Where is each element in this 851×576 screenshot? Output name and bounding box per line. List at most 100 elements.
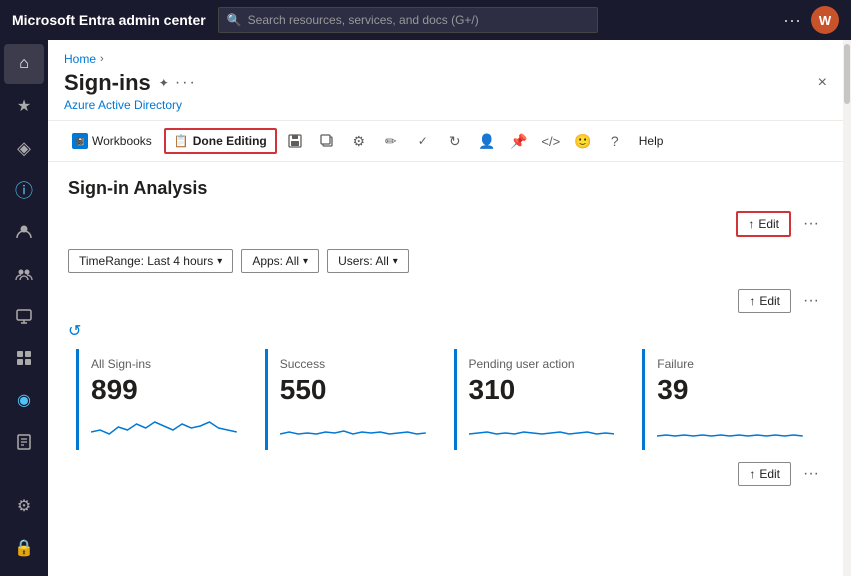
refresh-row: ↺ [68,321,823,341]
section-heading: Sign-in Analysis [68,178,823,199]
sidebar-item-devices[interactable] [4,296,44,336]
second-edit-icon: ↑ [749,294,755,308]
done-editing-icon: 📋 [174,134,189,148]
breadcrumb-home[interactable]: Home [64,52,96,66]
sidebar-item-reports[interactable] [4,422,44,462]
search-input[interactable] [248,13,589,27]
main-layout: ⌂ ★ ◈ ⓘ ◉ ⚙ 🔒 Home › [0,40,851,576]
pin-page-icon[interactable]: ✦ [159,76,169,90]
second-more-options-button[interactable]: ··· [799,290,823,312]
refresh-button[interactable]: ↻ [441,127,469,155]
metric-all-signins-sparkline [91,412,237,442]
link-button[interactable]: </> [537,127,565,155]
question-button[interactable]: ? [601,127,629,155]
third-edit-button[interactable]: ↑ Edit [738,462,791,486]
breadcrumb: Home › [64,52,827,66]
done-editing-button[interactable]: 📋 Done Editing [164,128,277,154]
sidebar-item-favorites[interactable]: ★ [4,86,44,126]
users-filter[interactable]: Users: All ▾ [327,249,409,273]
sidebar-item-apps[interactable] [4,338,44,378]
pin-button[interactable]: 📌 [505,127,533,155]
help-label: Help [639,134,664,148]
first-more-options-button[interactable]: ··· [799,213,823,235]
scrollbar-thumb[interactable] [844,44,850,104]
clone-button[interactable] [313,127,341,155]
third-more-options-button[interactable]: ··· [799,463,823,485]
workbooks-button[interactable]: 📓 Workbooks [64,129,160,153]
sidebar-item-governance[interactable]: ◉ [4,380,44,420]
sidebar: ⌂ ★ ◈ ⓘ ◉ ⚙ 🔒 [0,40,48,576]
page-subtitle: Azure Active Directory [64,98,827,112]
sidebar-item-info[interactable]: ⓘ [4,170,44,210]
metric-all-signins-label: All Sign-ins [91,357,237,371]
sidebar-item-identity[interactable]: ◈ [4,128,44,168]
save-button[interactable] [281,127,309,155]
page-title: Sign-ins [64,70,151,96]
checkmark-button[interactable]: ✓ [409,127,437,155]
apps-chevron-icon: ▾ [303,256,308,267]
avatar[interactable]: W [811,6,839,34]
page-title-actions: ✦ ··· [159,74,197,92]
done-editing-label: Done Editing [193,134,267,148]
page-header: Home › Sign-ins ✦ ··· × Azure Active Dir… [48,40,843,121]
nav-right: ··· W [783,6,839,34]
users-label: Users: All [338,254,389,268]
metric-failure-sparkline [657,412,803,442]
metric-success: Success 550 [265,349,438,450]
metric-failure-label: Failure [657,357,803,371]
metric-pending: Pending user action 310 [454,349,627,450]
metric-success-value: 550 [280,375,426,406]
metric-failure: Failure 39 [642,349,815,450]
edit-pencil-button[interactable]: ✏ [377,127,405,155]
breadcrumb-separator: › [100,53,104,65]
first-edit-arrow-icon: ↑ [748,217,754,231]
metric-failure-value: 39 [657,375,803,406]
search-icon: 🔍 [227,13,242,27]
sidebar-item-settings[interactable]: ⚙ [4,486,44,526]
more-options-icon[interactable]: ··· [783,10,801,31]
help-button[interactable]: Help [633,130,670,152]
metric-pending-sparkline [469,412,615,442]
third-edit-icon: ↑ [749,467,755,481]
first-edit-row: ↑ ↑ Edit Edit ··· [68,211,823,237]
toolbar: 📓 Workbooks 📋 Done Editing ⚙ ✏ ✓ ↻ 👤 📌 <… [48,121,843,162]
metric-pending-label: Pending user action [469,357,615,371]
metric-all-signins-value: 899 [91,375,237,406]
metric-success-sparkline [280,412,426,442]
first-edit-button[interactable]: ↑ ↑ Edit Edit [736,211,791,237]
emoji-button[interactable]: 🙂 [569,127,597,155]
top-navigation: Microsoft Entra admin center 🔍 ··· W [0,0,851,40]
metric-success-label: Success [280,357,426,371]
second-edit-row: ↑ Edit ··· [68,289,823,313]
filter-row: TimeRange: Last 4 hours ▾ Apps: All ▾ Us… [68,249,823,273]
metric-pending-value: 310 [469,375,615,406]
settings-button[interactable]: ⚙ [345,127,373,155]
scrollbar-track[interactable] [843,40,851,576]
page-title-row: Sign-ins ✦ ··· × [64,70,827,96]
third-edit-row: ↑ Edit ··· [68,462,823,486]
metrics-grid: All Sign-ins 899 Success 550 [68,349,823,450]
workbooks-icon: 📓 [72,133,88,149]
close-button[interactable]: × [818,74,827,92]
timerange-chevron-icon: ▾ [217,256,222,267]
refresh-icon[interactable]: ↺ [68,321,81,341]
sidebar-item-lock[interactable]: 🔒 [4,528,44,568]
metric-all-signins: All Sign-ins 899 [76,349,249,450]
users-chevron-icon: ▾ [393,256,398,267]
apps-filter[interactable]: Apps: All ▾ [241,249,319,273]
content-area: Home › Sign-ins ✦ ··· × Azure Active Dir… [48,40,843,576]
app-title: Microsoft Entra admin center [12,12,206,28]
more-page-options-icon[interactable]: ··· [175,74,197,92]
sidebar-item-users[interactable] [4,212,44,252]
user-icon-button[interactable]: 👤 [473,127,501,155]
timerange-filter[interactable]: TimeRange: Last 4 hours ▾ [68,249,233,273]
search-box[interactable]: 🔍 [218,7,598,33]
second-edit-button[interactable]: ↑ Edit [738,289,791,313]
sidebar-item-home[interactable]: ⌂ [4,44,44,84]
workbook-content: Sign-in Analysis ↑ ↑ Edit Edit ··· TimeR… [48,162,843,576]
sidebar-item-groups[interactable] [4,254,44,294]
sidebar-bottom: ⚙ 🔒 [4,486,44,576]
apps-label: Apps: All [252,254,299,268]
timerange-label: TimeRange: Last 4 hours [79,254,213,268]
workbooks-label: Workbooks [92,134,152,148]
